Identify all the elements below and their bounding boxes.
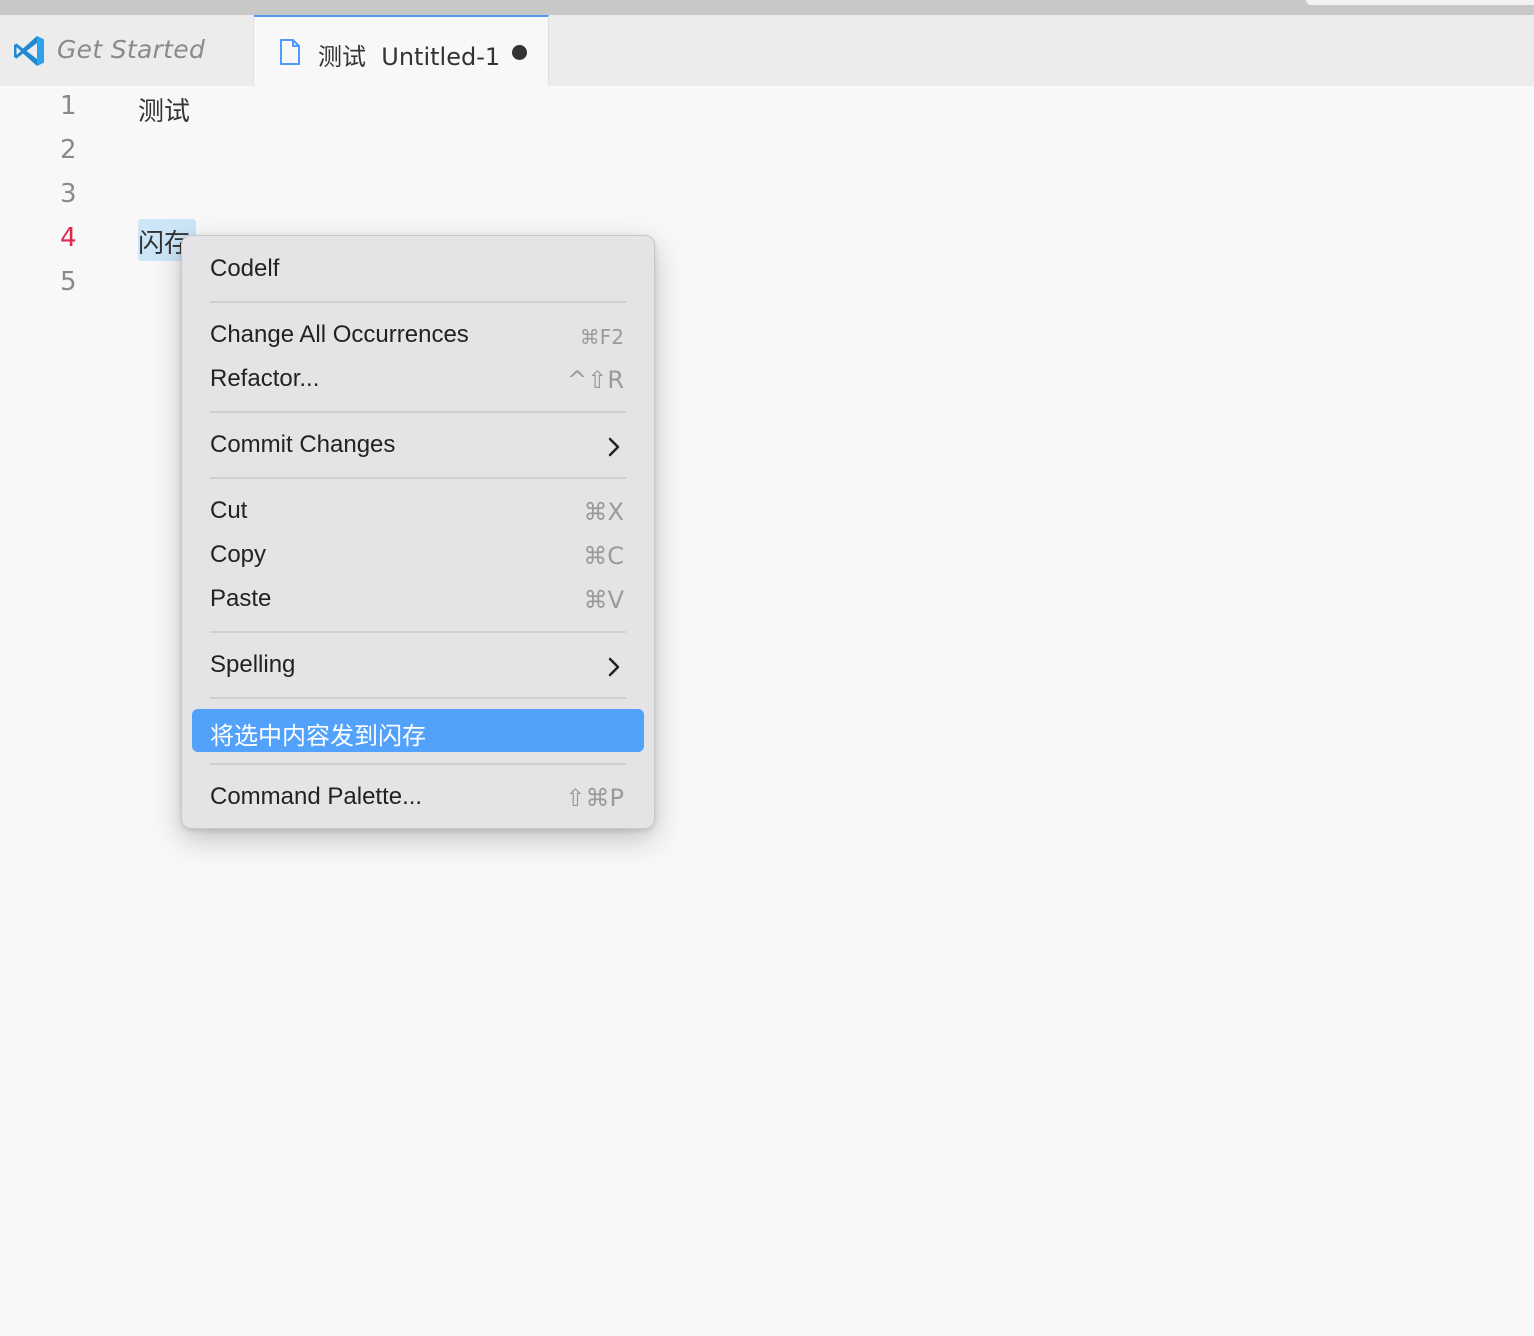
unsaved-dot-icon[interactable]	[512, 45, 527, 60]
line-number: 5	[60, 267, 77, 297]
menu-item-copy[interactable]: Copy ⌘C	[192, 536, 644, 576]
menu-separator	[210, 697, 626, 699]
menu-item-codelf[interactable]: Codelf	[192, 250, 644, 290]
line-number: 1	[60, 91, 77, 121]
line-number-gutter	[0, 86, 110, 1336]
menu-item-label: Change All Occurrences	[210, 321, 469, 348]
vscode-logo-icon	[14, 36, 44, 66]
menu-separator	[210, 301, 626, 303]
menu-item-label: Codelf	[210, 255, 280, 282]
menu-item-change-all-occurrences[interactable]: Change All Occurrences ⌘F2	[192, 316, 644, 356]
window-top-strip	[0, 0, 1534, 15]
code-line[interactable]: 测试	[138, 91, 190, 128]
menu-item-label: Command Palette...	[210, 783, 423, 810]
menu-item-label: Paste	[210, 585, 272, 612]
chevron-right-icon	[608, 657, 620, 677]
chevron-right-icon	[608, 437, 620, 457]
menu-item-commit-changes[interactable]: Commit Changes	[192, 426, 644, 466]
menu-item-paste[interactable]: Paste ⌘V	[192, 580, 644, 620]
tab-untitled-1[interactable]: 测试 Untitled-1	[254, 15, 549, 86]
line-number: 3	[60, 179, 77, 209]
context-menu: Codelf Change All Occurrences ⌘F2 Refact…	[181, 235, 655, 829]
menu-separator	[210, 411, 626, 413]
top-right-edge	[1306, 0, 1534, 5]
menu-separator	[210, 763, 626, 765]
line-number: 2	[60, 135, 77, 165]
menu-item-refactor[interactable]: Refactor... ^⇧R	[192, 360, 644, 400]
menu-item-shortcut: ⌘C	[583, 542, 624, 570]
menu-item-shortcut: ⌘F2	[579, 325, 624, 349]
menu-item-label: Commit Changes	[210, 431, 396, 458]
menu-item-label: Cut	[210, 497, 248, 524]
tab-untitled-label: 测试 Untitled-1	[318, 43, 501, 71]
menu-item-shortcut: ^⇧R	[567, 366, 624, 394]
menu-item-send-to-flash[interactable]: 将选中内容发到闪存	[192, 709, 644, 752]
menu-item-shortcut: ⇧⌘P	[565, 784, 624, 812]
menu-item-cut[interactable]: Cut ⌘X	[192, 492, 644, 532]
menu-item-shortcut: ⌘X	[583, 498, 624, 526]
tab-bar: Get Started 测试 Untitled-1	[0, 15, 1534, 86]
file-icon	[280, 39, 300, 65]
menu-item-shortcut: ⌘V	[583, 586, 624, 614]
tab-get-started-label: Get Started	[57, 35, 206, 64]
menu-separator	[210, 477, 626, 479]
menu-item-label: Refactor...	[210, 365, 320, 392]
line-number-active: 4	[60, 223, 77, 253]
menu-item-label: Copy	[210, 541, 267, 568]
menu-item-label: Spelling	[210, 651, 296, 678]
menu-item-spelling[interactable]: Spelling	[192, 646, 644, 686]
menu-separator	[210, 631, 626, 633]
tab-get-started[interactable]: Get Started	[0, 15, 254, 86]
menu-item-command-palette[interactable]: Command Palette... ⇧⌘P	[192, 778, 644, 818]
menu-item-label: 将选中内容发到闪存	[210, 723, 426, 750]
